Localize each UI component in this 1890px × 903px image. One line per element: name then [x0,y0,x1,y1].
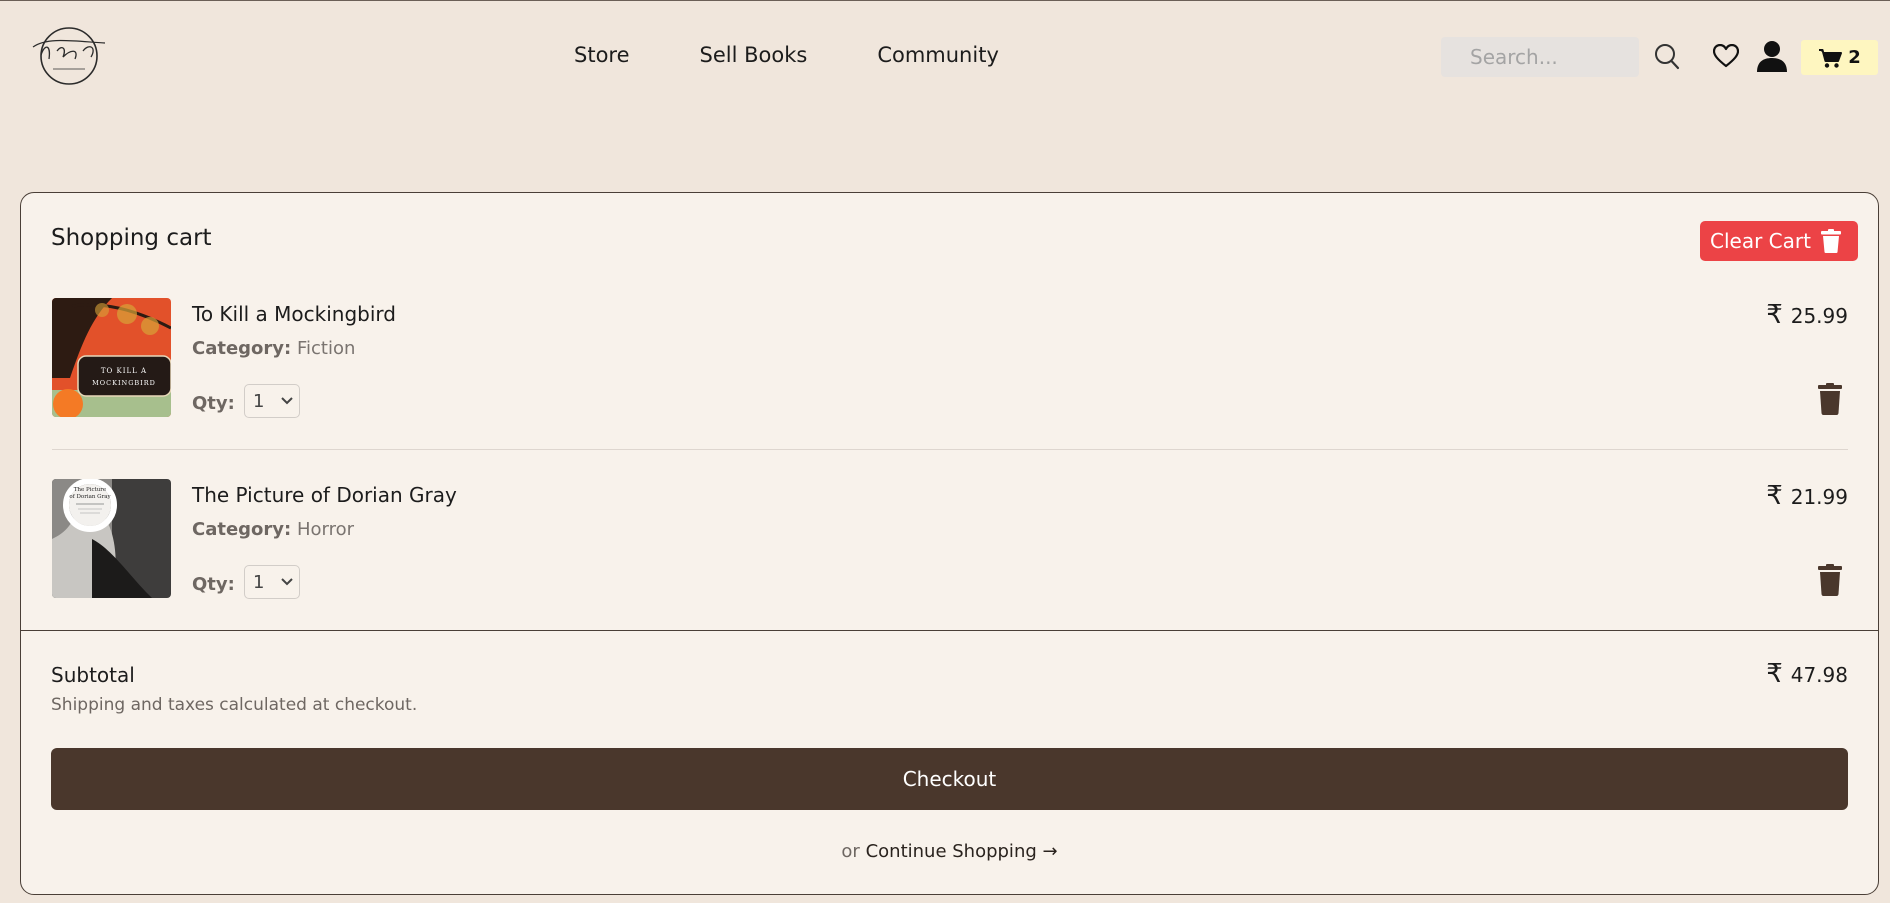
heart-icon[interactable] [1713,44,1739,68]
category-value: Horror [296,519,355,540]
summary-divider [21,630,1878,631]
search-icon[interactable] [1654,43,1680,71]
category-label: Category: [192,519,292,540]
rupee-icon: ₹ [1766,659,1783,689]
shipping-note: Shipping and taxes calculated at checkou… [51,695,418,715]
qty-label: Qty: [192,574,235,595]
cart-count-badge: 2 [1848,47,1861,68]
cart-item: TO KILL A MOCKINGBIRD To Kill a Mockingb… [52,298,1848,450]
item-price: ₹ 21.99 [1766,481,1848,511]
user-icon[interactable] [1756,40,1788,72]
rupee-icon: ₹ [1766,481,1783,511]
bookstop-logo[interactable] [27,25,111,87]
delete-item-icon[interactable] [1818,383,1842,415]
qty-value: 1 [253,571,265,593]
category-label: Category: [192,338,292,359]
cart-button[interactable]: 2 [1801,40,1878,75]
nav-community[interactable]: Community [877,43,999,67]
qty-value: 1 [253,390,265,412]
cart-icon [1819,48,1843,68]
continue-shopping-link[interactable]: Continue Shopping → [866,841,1058,862]
category-value: Fiction [296,338,356,359]
subtotal-amount: ₹ 47.98 [1766,659,1848,689]
qty-select[interactable]: 1 [244,565,300,599]
nav-sell-books[interactable]: Sell Books [700,43,808,67]
book-cover-image[interactable]: TO KILL A MOCKINGBIRD [52,298,171,417]
item-name[interactable]: To Kill a Mockingbird [192,302,396,326]
search-input[interactable] [1441,37,1639,77]
qty-label: Qty: [192,393,235,414]
svg-text:of Dorian Gray: of Dorian Gray [69,494,111,500]
svg-text:The Picture: The Picture [74,487,106,493]
item-category: Category: Fiction [192,338,355,359]
nav-store[interactable]: Store [574,43,630,67]
price-value: 21.99 [1790,485,1848,509]
clear-cart-button[interactable]: Clear Cart [1700,221,1858,261]
book-cover-image[interactable]: The Picture of Dorian Gray [52,479,171,598]
shopping-cart-panel: Shopping cart Clear Cart TO KILL A MOCKI… [20,192,1879,895]
item-price: ₹ 25.99 [1766,300,1848,330]
checkout-label: Checkout [902,767,997,791]
cart-title: Shopping cart [51,225,212,251]
site-header: Store Sell Books Community 2 [0,1,1890,113]
rupee-icon: ₹ [1766,300,1783,330]
item-category: Category: Horror [192,519,354,540]
checkout-button[interactable]: Checkout [51,748,1848,810]
subtotal-label: Subtotal [51,663,135,687]
clear-cart-label: Clear Cart [1710,229,1811,253]
trash-icon [1820,229,1841,253]
main-nav: Store Sell Books Community [574,43,999,67]
svg-text:MOCKINGBIRD: MOCKINGBIRD [92,379,156,387]
cart-item: The Picture of Dorian Gray The Picture o… [52,479,1848,629]
item-name[interactable]: The Picture of Dorian Gray [192,483,457,507]
price-value: 25.99 [1790,304,1848,328]
svg-text:TO KILL A: TO KILL A [101,367,147,375]
delete-item-icon[interactable] [1818,564,1842,596]
qty-select[interactable]: 1 [244,384,300,418]
continue-prefix: or [841,841,860,862]
subtotal-value: 47.98 [1790,663,1848,687]
continue-shopping: or Continue Shopping → [21,841,1878,862]
